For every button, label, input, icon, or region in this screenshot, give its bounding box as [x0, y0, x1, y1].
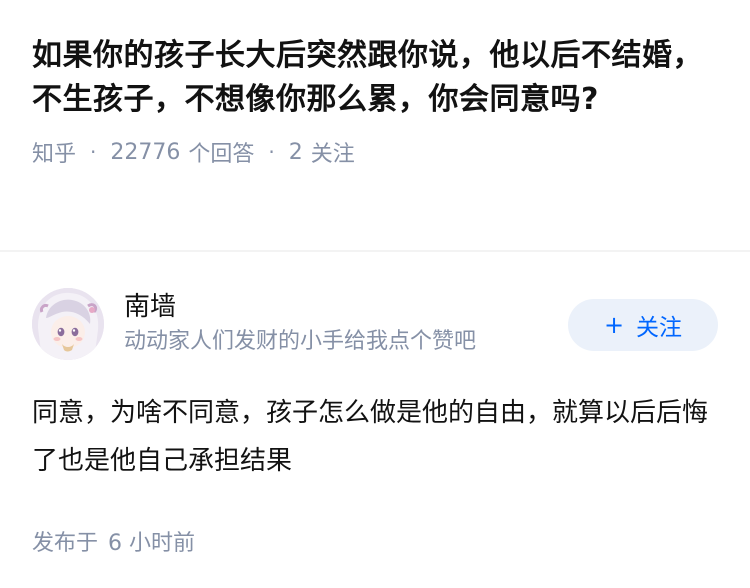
avatar[interactable] [32, 288, 104, 360]
author-info: 南墙 动动家人们发财的小手给我点个赞吧 [124, 290, 536, 358]
author-name[interactable]: 南墙 [124, 290, 536, 324]
follow-button[interactable]: + 关注 [568, 299, 718, 351]
follower-count[interactable]: 2 [289, 140, 303, 165]
avatar-image [32, 288, 104, 360]
answer-count[interactable]: 22776 [110, 140, 180, 165]
meta-separator: · [90, 140, 97, 164]
meta-separator: · [268, 140, 275, 164]
question-header: 如果你的孩子长大后突然跟你说，他以后不结婚，不生孩子，不想像你那么累，你会同意吗… [32, 34, 722, 168]
answer-card: 南墙 动动家人们发财的小手给我点个赞吧 + 关注 同意，为啥不同意，孩子怎么做是… [32, 285, 718, 557]
source-label[interactable]: 知乎 [32, 136, 76, 168]
plus-icon: + [603, 311, 625, 339]
question-title[interactable]: 如果你的孩子长大后突然跟你说，他以后不结婚，不生孩子，不想像你那么累，你会同意吗… [32, 34, 722, 122]
author-row: 南墙 动动家人们发财的小手给我点个赞吧 + 关注 [32, 285, 718, 363]
posted-time: 6 小时前 [108, 531, 196, 556]
answer-count-label[interactable]: 个回答 [188, 136, 254, 168]
answer-timestamp: 发布于 6 小时前 [32, 525, 718, 557]
question-meta: 知乎 · 22776 个回答 · 2 关注 [32, 136, 722, 168]
follow-button-label: 关注 [636, 315, 683, 341]
answer-content[interactable]: 同意，为啥不同意，孩子怎么做是他的自由，就算以后后悔了也是他自己承担结果 [32, 389, 712, 485]
follower-count-label[interactable]: 关注 [311, 136, 355, 168]
section-divider [0, 250, 750, 252]
posted-label: 发布于 [32, 531, 99, 556]
author-bio: 动动家人们发财的小手给我点个赞吧 [124, 329, 477, 354]
